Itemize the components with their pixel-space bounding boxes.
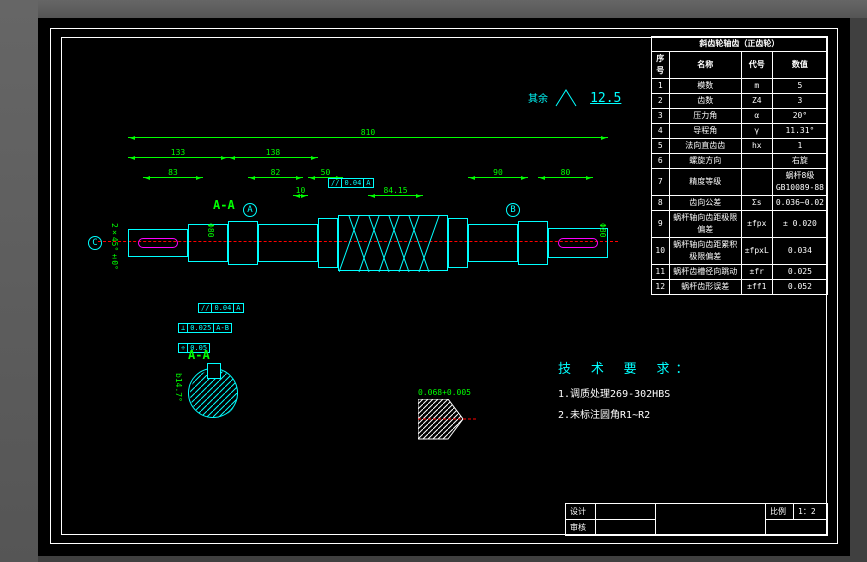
gdtol-1: // 0.04 A [328,178,374,188]
dim-d5: 50 [308,168,343,178]
ruler-horizontal [0,0,867,18]
dim-d9: 80 [538,168,593,178]
tech-req-item-1: 1.调质处理269-302HBS [558,385,694,400]
drawing-canvas[interactable]: 其余 12.5 斜齿轮轴齿（正齿轮） 序号 名称 代号 数值 1模数m52齿数Z… [38,18,850,556]
titleblock-row-1: 设计 比例 1：2 [566,504,828,520]
param-table-row: 1模数m5 [651,79,827,94]
param-table-row: 4导程角γ11.31° [651,124,827,139]
param-table-row: 9蜗杆轴向齿距极限偏差±fpx± 0.020 [651,211,827,238]
shaft-seg-8 [518,221,548,265]
shaft-seg-6 [448,218,468,268]
section-label-aa: A-A [213,198,235,212]
param-table-row: 2齿数Z43 [651,94,827,109]
surface-finish-value: 12.5 [590,91,621,106]
section-aa-detail: b14.7° [188,368,238,418]
keyway-right [558,238,598,248]
shaft-seg-7 [468,224,518,262]
dim-dia-v1: Φ80 [206,223,215,237]
title-block: 设计 比例 1：2 审核 [565,503,828,536]
thread-detail: 0.068+0.005 [418,388,478,438]
param-table-row: 11蜗杆齿槽径向跳动±fr0.025 [651,265,827,280]
dim-dia-left: 2×45°±0° [110,223,119,270]
param-table-title: 斜齿轮轴齿（正齿轮） [651,37,827,52]
dim-dia-v2: Φ80 [598,223,607,237]
shaft-seg-5 [318,218,338,268]
shaft-seg-4 [258,224,318,262]
surface-finish-label: 其余 [528,94,548,105]
keyway-section [207,363,221,379]
param-table-row: 6螺旋方向右旋 [651,154,827,169]
param-table-header-row: 序号 名称 代号 数值 [651,52,827,79]
datum-a: A [243,203,257,217]
surface-finish-icon [554,88,584,110]
tech-req-item-2: 2.未标注圆角R1~R2 [558,406,694,421]
scale-label: 比例 [766,504,794,520]
keyway-left [138,238,178,248]
dim-d4: 82 [248,168,303,178]
param-table-row: 7精度等级蜗杆8级GB10089-88 [651,169,827,196]
gdtol-3: ⊥ 0.025 A-B [178,323,232,333]
scale-value: 1：2 [794,504,828,520]
dim-d1: 133 [128,148,228,158]
worm-thread-icon [339,216,449,272]
dim-overall: 810 [128,128,608,138]
main-shaft-drawing: 810 133 83 138 82 50 10 90 [98,138,618,318]
thread-tol: 0.068+0.005 [418,388,478,397]
dim-d7: 10 [293,186,308,196]
param-table-row: 5法向直齿齿hx1 [651,139,827,154]
param-table-row: 3压力角α20° [651,109,827,124]
dim-d10: 84.15 [368,186,423,196]
shaft-body [128,218,608,268]
section-circle [188,368,238,418]
dim-d8: 90 [468,168,528,178]
shaft-seg-3 [228,221,258,265]
tech-req-header: 技 术 要 求： [558,358,694,377]
ruler-vertical [0,0,38,562]
detail-label-aa: A-A [188,348,210,362]
cad-viewport[interactable]: 其余 12.5 斜齿轮轴齿（正齿轮） 序号 名称 代号 数值 1模数m52齿数Z… [0,0,867,562]
dim-d2: 83 [143,168,203,178]
parameter-table: 斜齿轮轴齿（正齿轮） 序号 名称 代号 数值 1模数m52齿数Z433压力角α2… [651,36,828,295]
thread-hatch-icon [418,399,478,444]
param-table-row: 8齿向公差Σs0.036~0.02 [651,196,827,211]
worm-section [338,215,448,271]
datum-b: B [506,203,520,217]
technical-requirements: 技 术 要 求： 1.调质处理269-302HBS 2.未标注圆角R1~R2 [558,358,694,427]
param-table-row: 12蜗杆齿形误差±ff10.052 [651,280,827,295]
dim-d3: 138 [228,148,318,158]
datum-c: C [88,236,102,250]
detail-key-dim: b14.7° [174,373,183,402]
gdtol-2: // 0.04 A [198,303,244,313]
surface-finish-mark: 其余 12.5 [528,88,621,110]
param-table-row: 10蜗杆轴向齿距累积极限偏差±fpxL0.034 [651,238,827,265]
